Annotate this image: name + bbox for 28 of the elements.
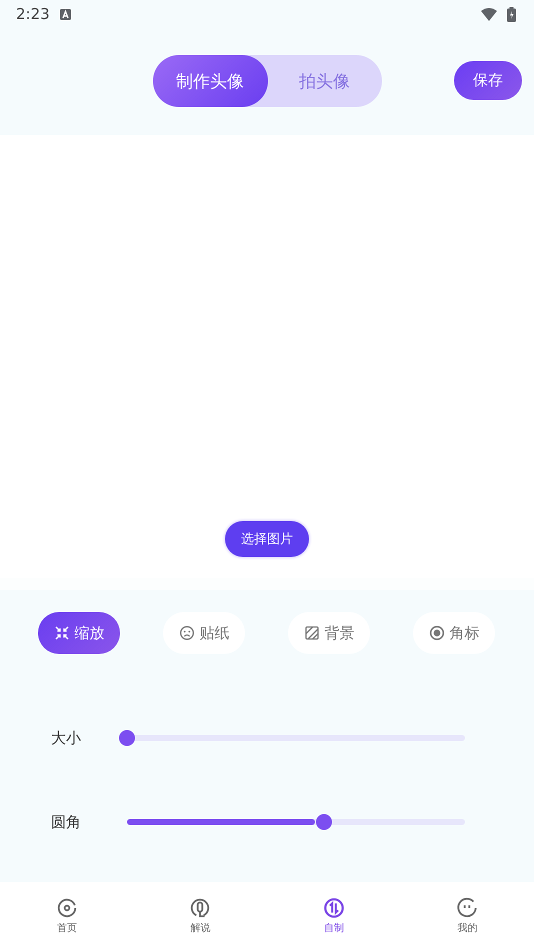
slider-thumb[interactable] (316, 814, 332, 830)
tool-tab[interactable]: 背景 (288, 612, 370, 654)
save-button[interactable]: 保存 (454, 61, 522, 100)
tool-tab[interactable]: 缩放 (38, 612, 120, 654)
battery-icon (507, 6, 516, 22)
slider-thumb[interactable] (119, 730, 135, 746)
tool-tab[interactable]: 贴纸 (163, 612, 245, 654)
select-image-button[interactable]: 选择图片 (225, 521, 309, 557)
slider-label: 圆角 (51, 812, 82, 832)
mode-tab[interactable]: 制作头像 (152, 55, 268, 107)
tool-tab[interactable]: 角标 (413, 612, 495, 654)
nav-tab[interactable]: 解说 (134, 897, 267, 935)
wifi-icon (481, 8, 497, 20)
notification-icon (60, 8, 71, 20)
slider-label: 大小 (51, 728, 82, 748)
radio-dot-icon (428, 625, 444, 641)
status-time: 2:23 (16, 5, 50, 23)
disc-icon (56, 897, 78, 919)
face-icon (178, 625, 194, 641)
nav-tab[interactable]: 自制 (267, 897, 400, 935)
microphone-icon (189, 897, 212, 919)
swap-arrows-icon (322, 897, 345, 919)
nav-tab[interactable]: 首页 (0, 897, 134, 935)
nav-tab[interactable]: 我的 (400, 897, 534, 935)
mode-tab[interactable]: 拍头像 (268, 55, 382, 107)
shrink-icon (54, 625, 70, 641)
hatched-square-icon (304, 625, 320, 641)
smiley-icon (456, 897, 478, 919)
